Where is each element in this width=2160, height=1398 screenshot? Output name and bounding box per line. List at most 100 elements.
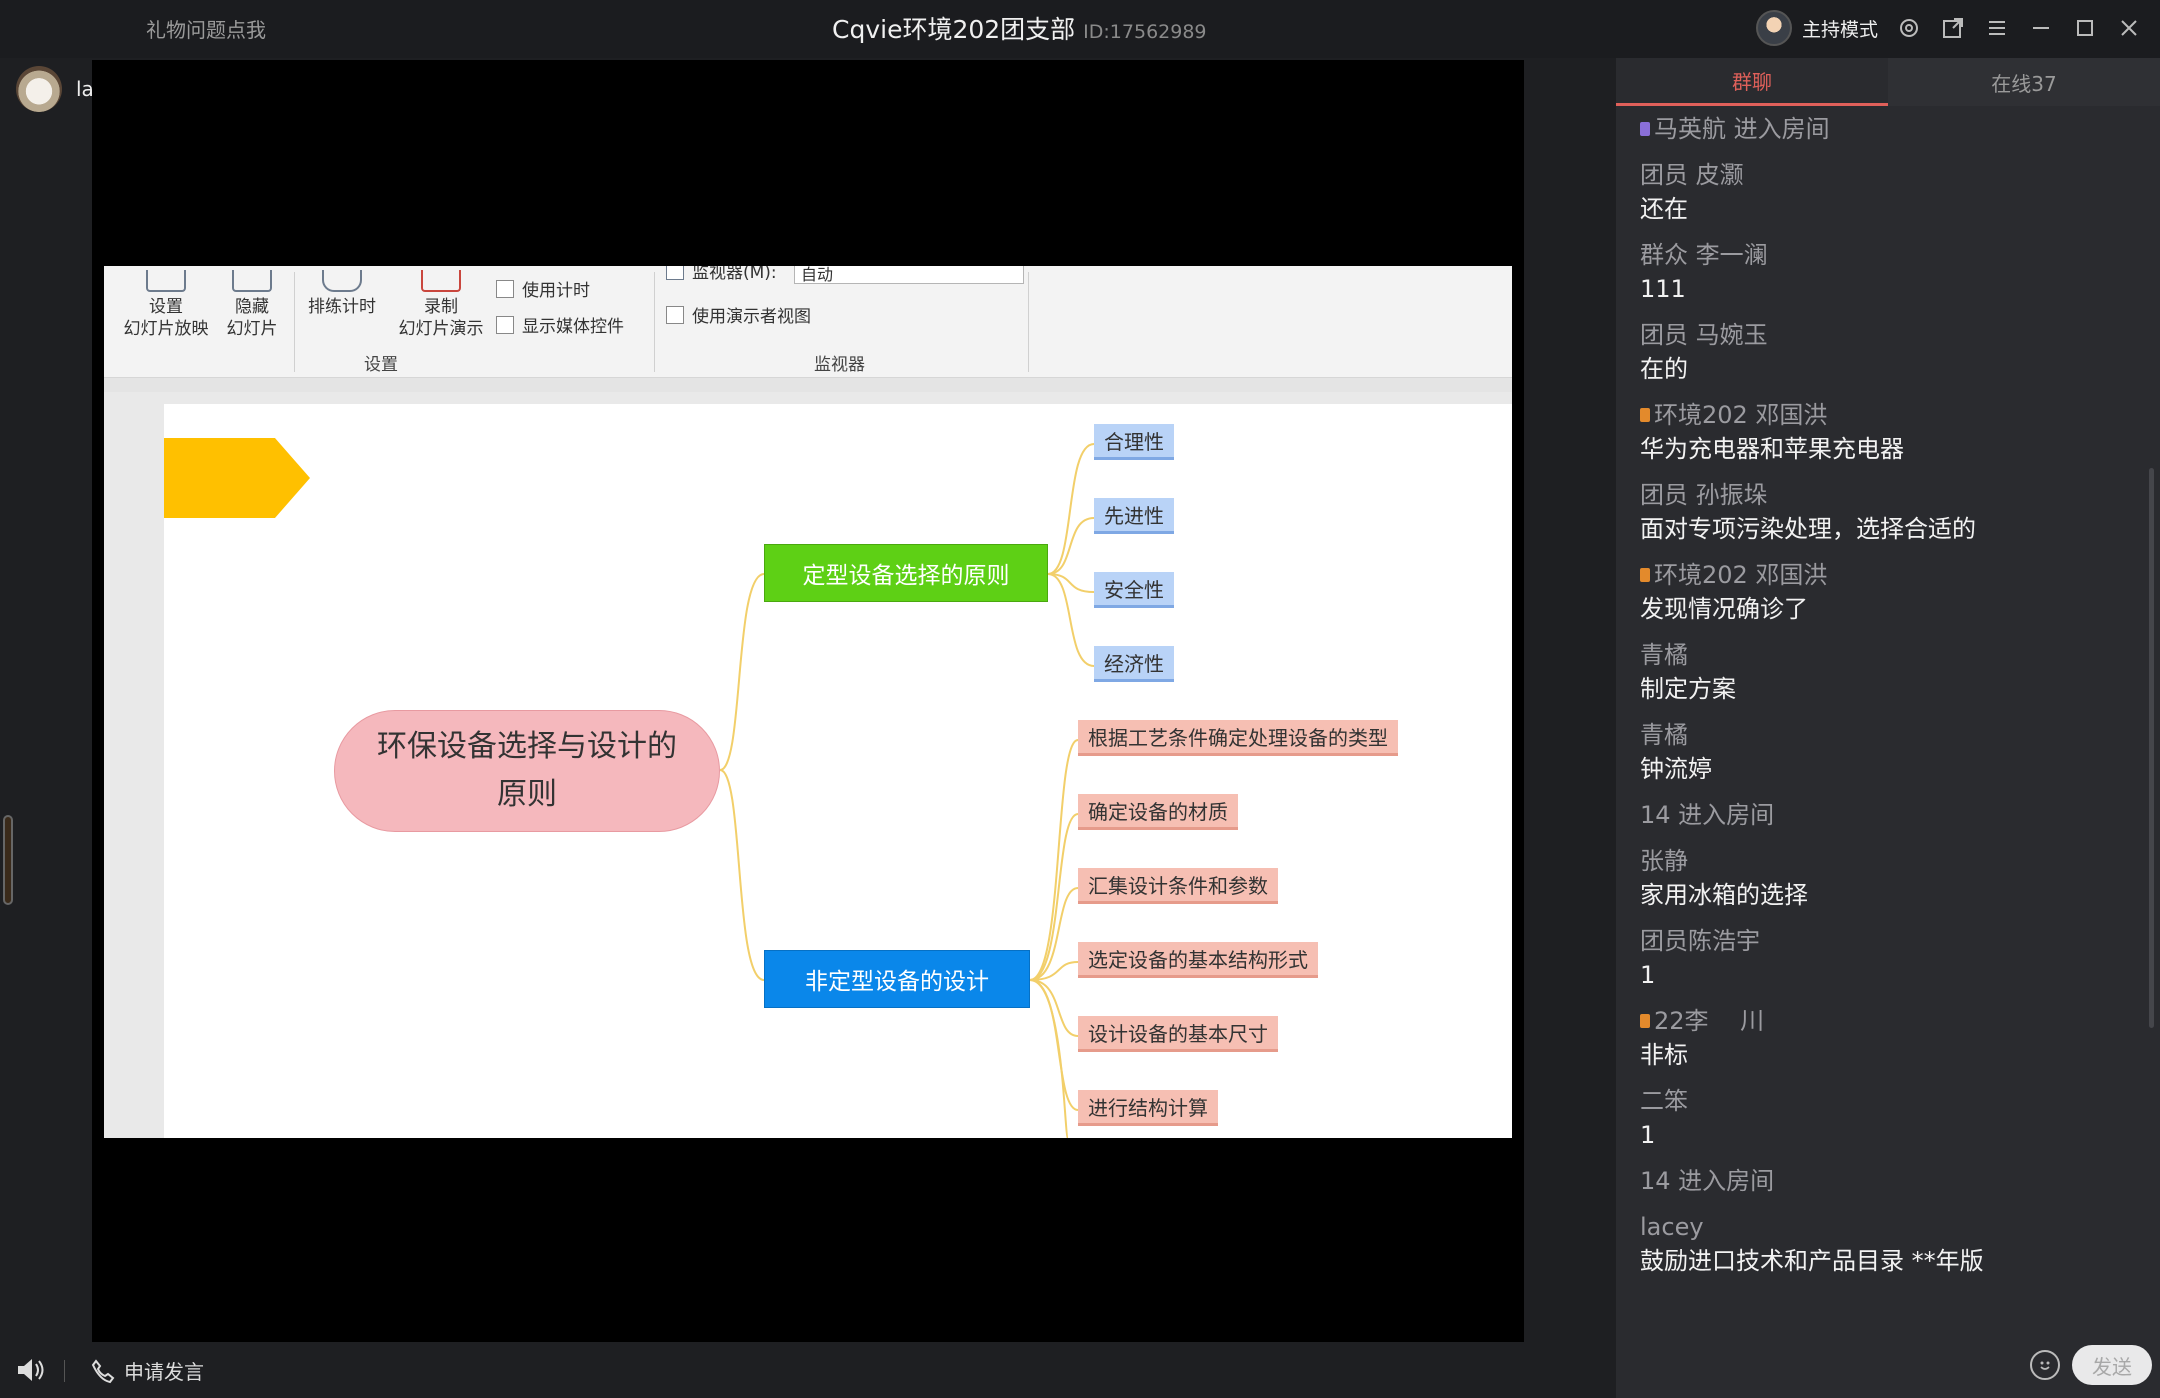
chat-message: 群众 李一澜 111 xyxy=(1640,238,2140,306)
host-avatar[interactable] xyxy=(1755,10,1792,46)
chat-sender[interactable]: 二笨 xyxy=(1640,1084,2140,1118)
leaf-economy[interactable]: 经济性 xyxy=(1094,646,1174,682)
leaf-structure-form[interactable]: 选定设备的基本结构形式 xyxy=(1078,942,1318,978)
chat-message: 青橘 钟流婷 xyxy=(1640,718,2140,786)
mindmap-root-node[interactable]: 环保设备选择与设计的 原则 xyxy=(334,710,720,832)
chat-message: 团员 皮灏 还在 xyxy=(1640,158,2140,226)
chat-sender-name: 团员 孙振垛 xyxy=(1640,481,1768,509)
leaf-structural-calculation[interactable]: 进行结构计算 xyxy=(1078,1090,1218,1126)
leaf-design-parameters[interactable]: 汇集设计条件和参数 xyxy=(1078,868,1278,904)
side-drawer-handle[interactable] xyxy=(3,815,13,905)
use-timing-checkbox[interactable]: 使用计时 xyxy=(496,276,590,301)
chat-sender[interactable]: 群众 李一澜 xyxy=(1640,238,2140,272)
chat-message: 22李 川非标 xyxy=(1640,1004,2140,1072)
presenter-view-checkbox[interactable]: 使用演示者视图 xyxy=(666,302,811,327)
chat-panel: 群聊 在线37 马英航 进入房间团员 皮灏还在群众 李一澜 111 团员 马婉玉 在的… xyxy=(1616,58,2160,1398)
room-title: Cqvie环境202团支部 ID:17562989 xyxy=(832,10,1207,46)
speaker-icon[interactable] xyxy=(16,1356,46,1388)
rehearse-timing-button[interactable]: 排练计时 xyxy=(300,270,384,318)
leaf-rationality[interactable]: 合理性 xyxy=(1094,424,1174,460)
room-title-text: Cqvie环境202团支部 xyxy=(832,15,1076,44)
maximize-icon[interactable] xyxy=(2072,15,2098,41)
minimize-icon[interactable] xyxy=(2028,15,2054,41)
chat-sender[interactable]: 团员陈浩宇 xyxy=(1640,924,2140,958)
chat-sender[interactable]: 22李 川 xyxy=(1640,1004,2140,1038)
emoji-icon[interactable] xyxy=(2030,1350,2060,1380)
host-mode-label[interactable]: 主持模式 xyxy=(1802,15,1878,42)
chat-scrollbar[interactable] xyxy=(2149,468,2154,1028)
ppt-ribbon: 设置 幻灯片放映 隐藏 幻灯片 排练计时 录制 幻灯片演示 使用计时 显示媒体控… xyxy=(104,266,1512,378)
menu-icon[interactable] xyxy=(1984,15,2010,41)
chat-message-text: 1 xyxy=(1640,1121,1656,1149)
leaf-advancement[interactable]: 先进性 xyxy=(1094,498,1174,534)
show-media-controls-checkbox[interactable]: 显示媒体控件 xyxy=(496,312,624,337)
send-button[interactable]: 发送 xyxy=(2072,1345,2152,1385)
show-media-box[interactable] xyxy=(496,315,514,334)
leaf-material[interactable]: 确定设备的材质 xyxy=(1078,794,1238,830)
slide-gap xyxy=(104,378,1512,392)
chat-sender[interactable]: 团员 皮灏 xyxy=(1640,158,2140,192)
hide-slide-button[interactable]: 隐藏 幻灯片 xyxy=(222,270,282,340)
chat-sender-name: 14 进入房间 xyxy=(1640,1167,1775,1195)
chat-message-text: 1 xyxy=(1640,961,1656,989)
chat-input[interactable] xyxy=(1632,1343,2018,1387)
tab-group-chat[interactable]: 群聊 xyxy=(1616,58,1888,106)
chat-sender[interactable]: 14 进入房间 xyxy=(1640,798,2140,832)
window-controls: 主持模式 xyxy=(1755,8,2142,48)
member-badge-icon xyxy=(1640,568,1650,582)
show-media-label: 显示媒体控件 xyxy=(522,317,624,337)
apply-to-speak-label: 申请发言 xyxy=(124,1360,204,1384)
setup-slideshow-icon xyxy=(146,270,186,292)
use-timing-box[interactable] xyxy=(496,279,514,298)
chat-message-text: 面对专项污染处理，选择合适的 xyxy=(1640,515,1976,543)
bottom-bar: 申请发言 xyxy=(0,1342,1616,1398)
app-window: 礼物问题点我 Cqvie环境202团支部 ID:17562989 主持模式 设置… xyxy=(0,0,2160,1398)
leaf-equipment-type[interactable]: 根据工艺条件确定处理设备的类型 xyxy=(1078,720,1398,756)
member-badge-icon xyxy=(1640,408,1650,422)
chat-sender-name: 二笨 xyxy=(1640,1087,1688,1115)
leaf-safety[interactable]: 安全性 xyxy=(1094,572,1174,608)
popout-icon[interactable] xyxy=(1940,15,1966,41)
chat-sender-name: 群众 李一澜 xyxy=(1640,241,1768,269)
chat-message: 二笨 1 xyxy=(1640,1084,2140,1152)
chat-sender[interactable]: 环境202 邓国洪 xyxy=(1640,558,2140,592)
setup-slideshow-button[interactable]: 设置 幻灯片放映 xyxy=(118,270,214,340)
root-line-2: 原则 xyxy=(497,777,557,812)
chat-sender[interactable]: 14 进入房间 xyxy=(1640,1164,2140,1198)
chat-message: lacey 鼓励进口技术和产品目录 **年版 xyxy=(1640,1210,2140,1278)
chat-sender[interactable]: 张静 xyxy=(1640,844,2140,878)
chat-sender[interactable]: 团员 孙振垛 xyxy=(1640,478,2140,512)
leaf-basic-dimensions[interactable]: 设计设备的基本尺寸 xyxy=(1078,1016,1278,1052)
hide-label: 隐藏 xyxy=(235,297,269,317)
presenter-view-box[interactable] xyxy=(666,305,684,324)
chat-sender[interactable]: 团员 马婉玉 xyxy=(1640,318,2140,352)
chat-sender[interactable]: lacey xyxy=(1640,1210,2140,1244)
tab-online[interactable]: 在线37 xyxy=(1888,58,2160,106)
slide-canvas[interactable]: 环保设备选择与设计的 原则 定型设备选择的原则 非定型设备的设计 合理性 先进性… xyxy=(164,404,1512,1138)
group-setup-label: 设置 xyxy=(364,355,398,375)
gift-issue-link[interactable]: 礼物问题点我 xyxy=(146,14,266,43)
branch-nonstandard-design[interactable]: 非定型设备的设计 xyxy=(764,950,1030,1008)
chat-sender[interactable]: 马英航 进入房间 xyxy=(1640,112,2140,146)
chat-sender[interactable]: 青橘 xyxy=(1640,638,2140,672)
settings-icon[interactable] xyxy=(1896,15,1922,41)
ribbon-divider xyxy=(294,272,295,372)
apply-to-speak-button[interactable]: 申请发言 xyxy=(90,1356,204,1385)
branch-standard-equipment[interactable]: 定型设备选择的原则 xyxy=(764,544,1048,602)
presenter-avatar[interactable] xyxy=(16,66,62,112)
chat-sender-name: 青橘 xyxy=(1640,641,1688,669)
chat-sender[interactable]: 青橘 xyxy=(1640,718,2140,752)
monitor-select[interactable]: 自动 xyxy=(794,266,1024,284)
record-slideshow-button[interactable]: 录制 幻灯片演示 xyxy=(386,270,496,340)
room-id: ID:17562989 xyxy=(1083,21,1207,43)
chat-message-list[interactable]: 马英航 进入房间团员 皮灏还在群众 李一澜 111 团员 马婉玉 在的环境202 邓国… xyxy=(1640,112,2140,1290)
chat-sender-name: 团员 皮灏 xyxy=(1640,161,1744,189)
close-icon[interactable] xyxy=(2116,15,2142,41)
chat-sender[interactable]: 环境202 邓国洪 xyxy=(1640,398,2140,432)
setup-label: 设置 xyxy=(149,297,183,317)
chat-sender-name: 14 进入房间 xyxy=(1640,801,1775,829)
chat-message: 14 进入房间 xyxy=(1640,1164,2140,1198)
chat-message: 团员 马婉玉 在的 xyxy=(1640,318,2140,386)
chat-message-text: 还在 xyxy=(1640,195,1688,223)
chat-sender-name: 团员陈浩宇 xyxy=(1640,927,1760,955)
